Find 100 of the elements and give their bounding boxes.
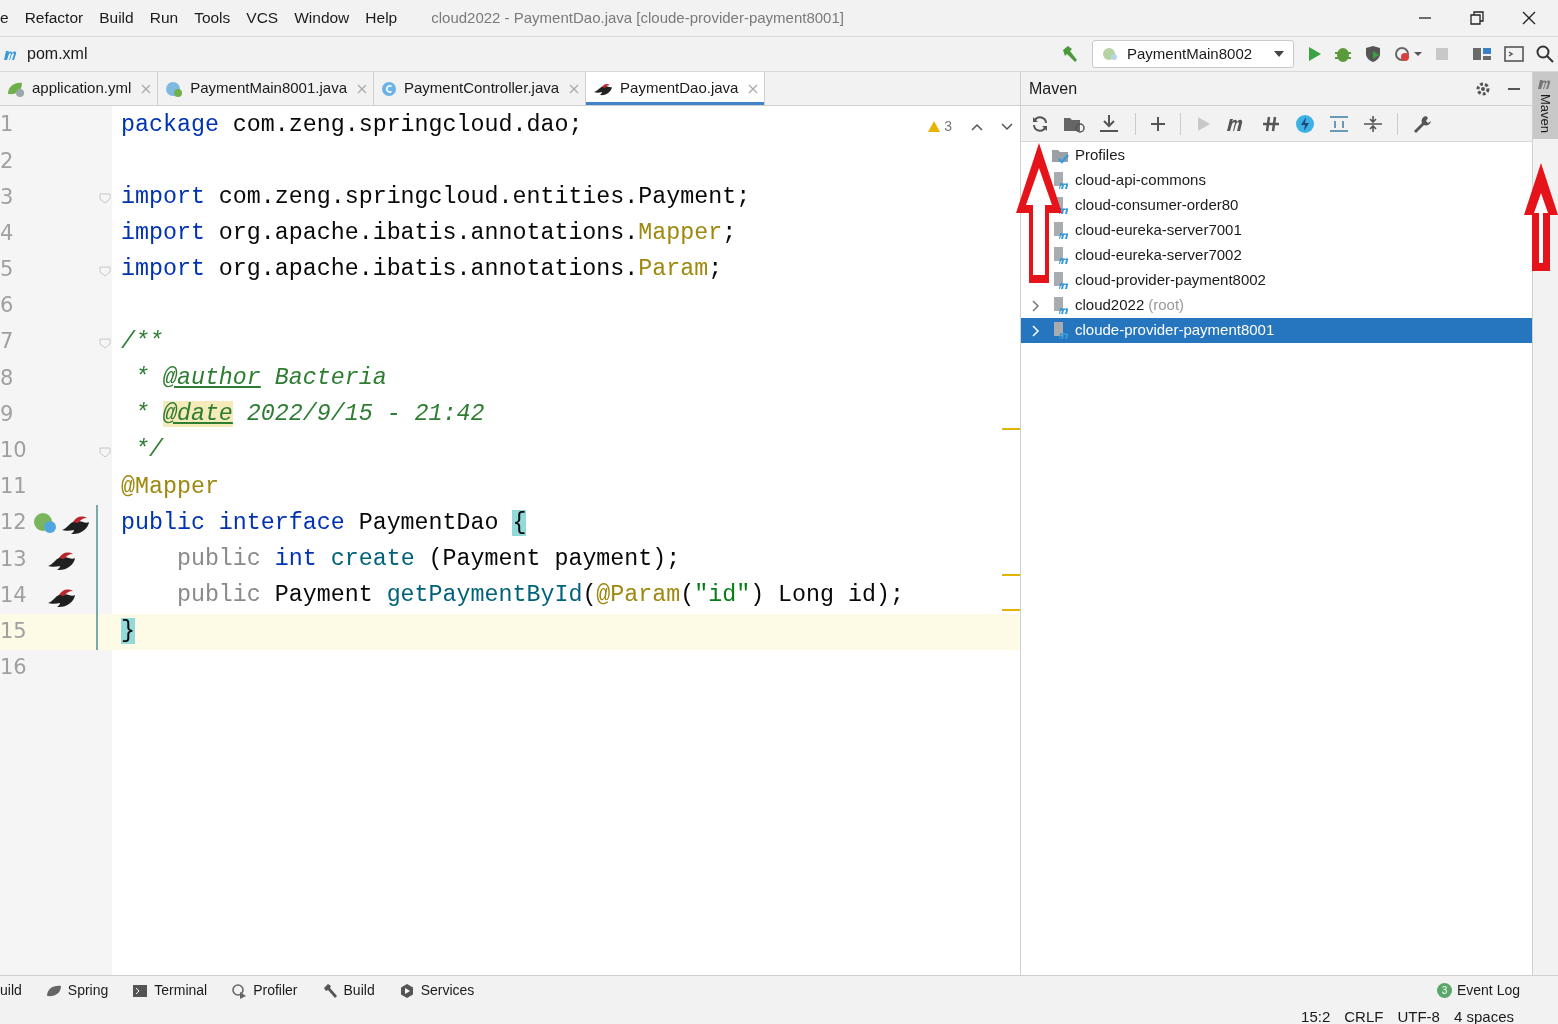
code-line: * @date 2022/9/15 - 21:42 [133, 400, 485, 430]
menu-item[interactable]: Refactor [24, 6, 84, 30]
chevron-down-icon[interactable] [1000, 121, 1014, 132]
tree-item[interactable]: cloud-api-commons [1075, 169, 1206, 192]
line-number: 9 [0, 400, 15, 428]
line-number: 10 [0, 437, 28, 465]
breadcrumb[interactable]: pom.xml [27, 42, 88, 66]
chevron-right-icon[interactable] [1032, 299, 1040, 312]
fold-marker-icon[interactable] [98, 335, 112, 350]
chevron-up-icon[interactable] [970, 121, 984, 132]
root-label: (root) [1148, 295, 1185, 316]
leaf-icon [45, 983, 62, 998]
profiler-icon[interactable] [1394, 45, 1422, 63]
line-number: 5 [0, 256, 15, 284]
dropdown-arrow-icon [1273, 50, 1285, 58]
code-line: public Payment getPaymentById(@Param("id") Long id); [175, 581, 904, 611]
tool-window-button[interactable]: Terminal [132, 980, 208, 1001]
warning-indicator[interactable]: 3 [927, 116, 952, 137]
code-line: * @author Bacteria [133, 363, 387, 393]
run-icon [1195, 115, 1211, 132]
editor-tab[interactable]: PaymentDao.java [586, 72, 766, 105]
status-item[interactable]: CRLF [1344, 1009, 1384, 1024]
code-line: import com.zeng.springcloud.entities.Payment; [120, 183, 751, 212]
wrench-icon[interactable] [1412, 113, 1434, 134]
restore-icon[interactable] [1470, 11, 1484, 25]
line-number: 11 [0, 473, 28, 501]
tool-window-button[interactable]: Spring [45, 980, 109, 1001]
menu-item[interactable]: Tools [194, 6, 231, 30]
line-number: 12 [0, 509, 28, 537]
menu-item[interactable]: e [0, 6, 9, 30]
tree-item[interactable]: cloud-eureka-server7002 [1075, 244, 1242, 267]
profiler-icon [231, 982, 248, 999]
menu-item[interactable]: Window [294, 6, 350, 30]
close-icon[interactable] [1522, 11, 1536, 25]
line-number: 6 [0, 292, 15, 320]
maven-module-icon [1051, 245, 1071, 266]
warning-icon [927, 120, 942, 133]
tool-window-button[interactable]: Build [321, 980, 375, 1001]
fold-marker-icon[interactable] [98, 190, 112, 205]
menu-item[interactable]: VCS [246, 6, 279, 30]
hammer-icon[interactable] [1060, 44, 1080, 64]
maven-module-icon [1051, 220, 1071, 241]
maven-module-icon [1051, 295, 1071, 316]
tool-window-button[interactable]: Services [398, 980, 475, 1001]
tree-item[interactable]: cloud2022 (root) [1075, 294, 1185, 317]
plus-icon[interactable] [1150, 115, 1166, 132]
bug-icon[interactable] [1334, 45, 1352, 63]
line-number: 15 [0, 617, 28, 645]
code-line: package com.zeng.springcloud.dao; [120, 110, 583, 140]
status-item[interactable]: UTF-8 [1397, 1009, 1440, 1024]
event-log-button[interactable]: 3 Event Log [1436, 980, 1520, 1001]
menu-item[interactable]: Run [149, 6, 179, 30]
tree-item[interactable]: cloud-consumer-order80 [1075, 194, 1239, 217]
tree-item[interactable]: cloude-provider-payment8001 [1021, 318, 1532, 343]
maven-tool-window-tab[interactable]: Maven [1533, 72, 1558, 140]
skip-tests-icon[interactable] [1261, 114, 1281, 133]
line-number: 14 [0, 581, 28, 609]
line-number: 16 [0, 654, 28, 682]
run-configuration-dropdown[interactable]: PaymentMain8002 [1092, 40, 1294, 68]
code-line: import org.apache.ibatis.annotations.Param; [120, 255, 723, 285]
expand-all-icon[interactable] [1329, 114, 1349, 133]
shield-icon[interactable] [1364, 45, 1382, 63]
terminal-icon [132, 983, 149, 998]
status-item[interactable]: 15:2 [1301, 1009, 1331, 1024]
line-number: 13 [0, 545, 28, 573]
tool-window-button[interactable]: uild [0, 980, 22, 1001]
tree-item[interactable]: cloud-eureka-server7001 [1075, 219, 1242, 242]
run-icon[interactable] [1306, 46, 1322, 62]
hammer-icon [321, 982, 338, 999]
download-icon[interactable] [1099, 113, 1121, 134]
tree-item[interactable]: cloud-provider-payment8002 [1075, 269, 1266, 292]
maven-module-icon [1051, 320, 1071, 341]
search-icon[interactable] [1536, 45, 1554, 63]
collapse-all-icon[interactable] [1363, 114, 1383, 133]
tool-window-button[interactable]: Profiler [231, 980, 298, 1001]
code-line: public interface PaymentDao { [120, 508, 527, 538]
code-line: @Mapper [120, 472, 219, 502]
maven-module-icon [1051, 270, 1071, 291]
stop-icon [1434, 46, 1450, 62]
tree-item-label: cloud2022 [1075, 295, 1145, 316]
menu-item[interactable]: Build [99, 6, 134, 30]
line-number: 2 [0, 147, 15, 175]
project-structure-icon[interactable] [1472, 45, 1492, 63]
count-badge: 3 [1436, 983, 1452, 998]
line-number: 3 [0, 183, 15, 211]
maven-module-icon [1051, 170, 1071, 191]
tree-item[interactable]: Profiles [1075, 144, 1126, 167]
line-number: 4 [0, 219, 15, 247]
class-icon [380, 79, 398, 98]
panel-title: Maven [1029, 78, 1078, 99]
refresh-icon[interactable] [1031, 114, 1049, 133]
services-icon [398, 982, 415, 999]
window-title: cloud2022 - PaymentDao.java [cloude-provider-payment8001] [431, 7, 844, 28]
code-line: import org.apache.ibatis.annotations.Mapper; [120, 219, 737, 249]
window-icon[interactable] [1504, 45, 1524, 63]
lightning-icon[interactable] [1295, 113, 1315, 134]
code-line: */ [133, 436, 163, 466]
code-line: /** [120, 327, 163, 357]
menu-item[interactable]: Help [365, 6, 398, 30]
code-line: public int create (Payment payment); [175, 544, 681, 574]
